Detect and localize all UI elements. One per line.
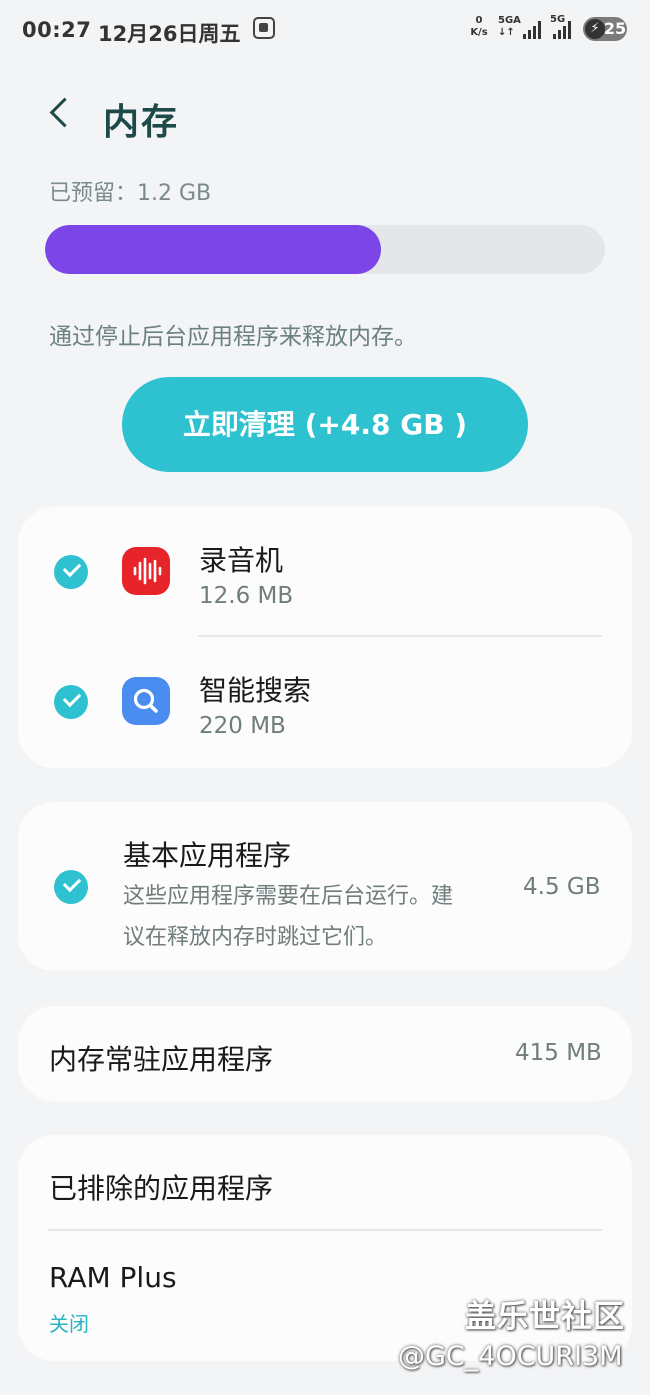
app-size: 220 MB (199, 713, 286, 739)
battery-level: 25 (603, 19, 627, 38)
net-speed: 0 K/s (467, 15, 491, 39)
resident-apps-row[interactable]: 内存常驻应用程序 415 MB (18, 1006, 632, 1101)
charging-bolt-icon: ⚡ (585, 19, 605, 39)
checkbox-checked-icon[interactable] (54, 555, 88, 589)
net-speed-value: 0 (475, 15, 483, 26)
ram-plus-status: 关闭 (49, 1312, 89, 1336)
divider (48, 1229, 602, 1231)
memory-usage-fill (45, 225, 381, 274)
basic-apps-description-line2: 议在释放内存时跳过它们。 (123, 925, 388, 950)
basic-apps-size: 4.5 GB (523, 874, 601, 900)
sim1-network-label: 5GA ↓↑ (498, 15, 521, 38)
memory-hint: 通过停止后台应用程序来释放内存。 (49, 324, 417, 350)
clean-now-button[interactable]: 立即清理 (+4.8 GB ) (122, 377, 528, 472)
app-size: 12.6 MB (199, 583, 294, 609)
watermark-site: 盖乐世社区 (465, 1299, 625, 1335)
checkbox-checked-icon[interactable] (54, 685, 88, 719)
app-name: 录音机 (199, 544, 284, 577)
net-speed-unit: K/s (470, 27, 488, 38)
basic-apps-title: 基本应用程序 (123, 839, 292, 872)
voice-recorder-icon (122, 547, 170, 595)
status-bar: 00:27 12月26日周五 0 K/s 5GA ↓↑ 5G ⚡ 25 (0, 0, 650, 62)
status-date: 12月26日周五 (98, 22, 241, 46)
signal-icon-2 (553, 19, 575, 39)
checkbox-checked-icon[interactable] (54, 870, 88, 904)
screen-capture-icon (253, 17, 275, 39)
app-name: 智能搜索 (199, 674, 312, 707)
battery-indicator: ⚡ 25 (583, 17, 627, 41)
resident-apps-label: 内存常驻应用程序 (49, 1043, 274, 1076)
status-time: 00:27 (22, 18, 92, 42)
back-button[interactable] (38, 88, 82, 138)
basic-apps-card[interactable]: 基本应用程序 这些应用程序需要在后台运行。建 议在释放内存时跳过它们。 4.5 … (18, 802, 632, 971)
page-title: 内存 (103, 102, 180, 143)
excluded-apps-label: 已排除的应用程序 (49, 1172, 274, 1205)
divider (198, 635, 602, 637)
signal-icon (523, 19, 545, 39)
basic-apps-description-line1: 这些应用程序需要在后台运行。建 (123, 884, 454, 909)
resident-apps-size: 415 MB (515, 1040, 602, 1066)
ram-plus-label: RAM Plus (49, 1261, 177, 1294)
smart-search-icon (122, 677, 170, 725)
watermark-user: @GC_4OCURI3M (398, 1341, 623, 1372)
background-apps-card: 录音机 12.6 MB 智能搜索 220 MB (18, 507, 632, 768)
memory-usage-bar (45, 225, 605, 274)
data-arrows-icon: ↓↑ (498, 27, 515, 38)
reserved-memory-label: 已预留：1.2 GB (49, 181, 212, 206)
